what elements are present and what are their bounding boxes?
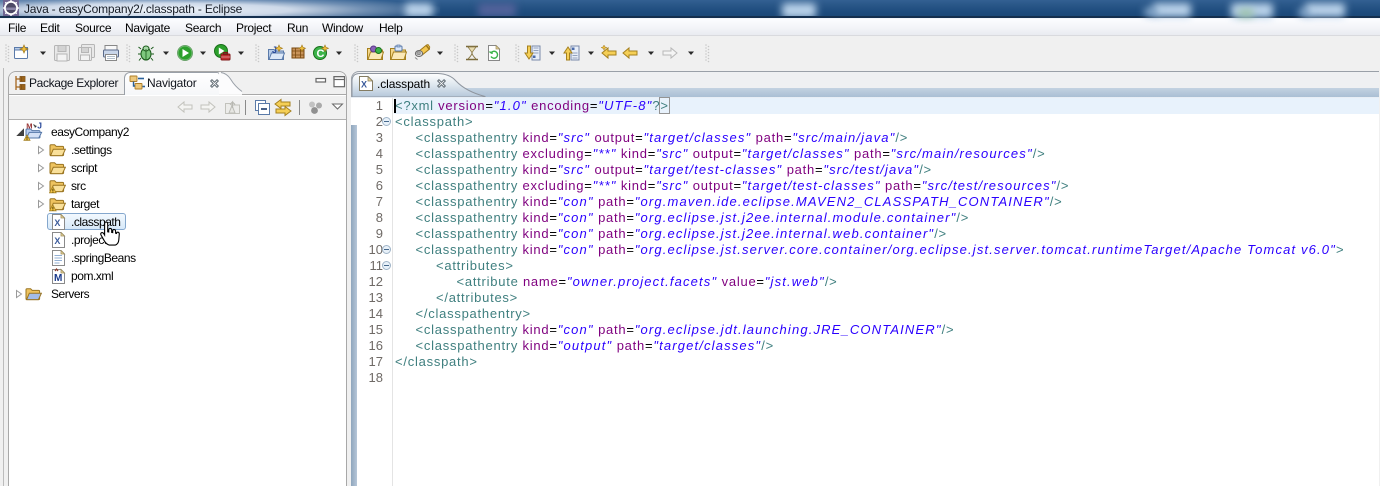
svg-text:X: X (54, 236, 60, 246)
svg-text:M: M (54, 273, 62, 284)
svg-text:J: J (37, 122, 42, 131)
svg-text:X: X (54, 218, 60, 228)
svg-text:C: C (317, 48, 325, 60)
svg-text:J: J (272, 45, 277, 55)
svg-text:M: M (26, 122, 32, 130)
svg-text:X: X (361, 80, 367, 90)
